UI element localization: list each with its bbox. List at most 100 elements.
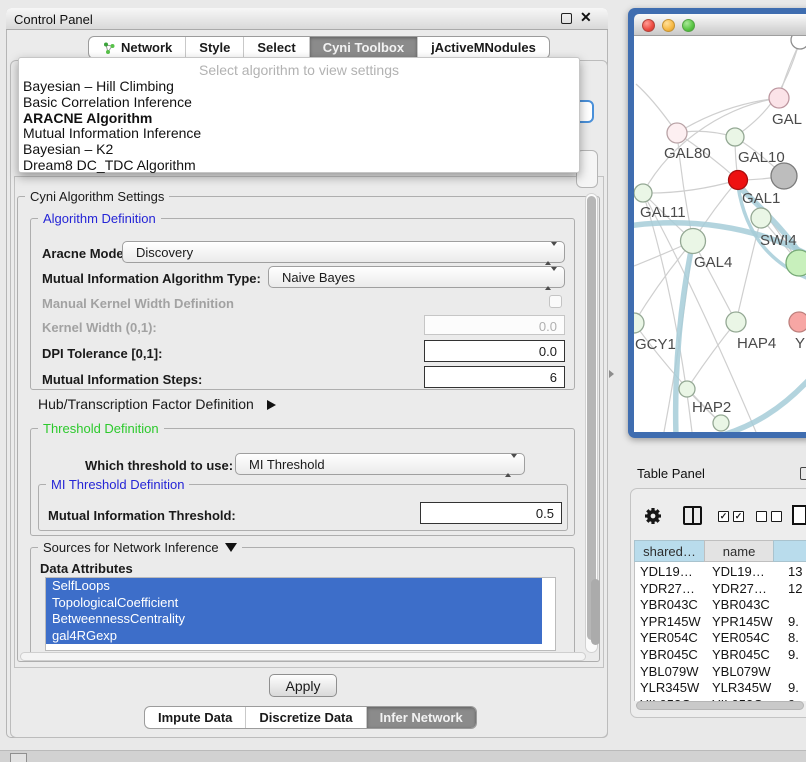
settings-horizontal-scrollbar[interactable] xyxy=(20,652,586,661)
split-columns-icon[interactable] xyxy=(683,506,702,525)
network-node[interactable] xyxy=(634,184,652,202)
close-icon[interactable]: ✕ xyxy=(580,9,592,26)
algorithm-option[interactable]: Mutual Information Inference xyxy=(19,126,579,142)
data-attribute-item[interactable]: BetweennessCentrality xyxy=(46,611,542,628)
mi-algorithm-type-select[interactable]: Naive Bayes xyxy=(268,266,565,288)
table-row[interactable]: YPR145WYPR145W9. xyxy=(634,613,806,630)
tab-jactivemnodules[interactable]: jActiveMNodules xyxy=(418,37,549,58)
table-column-header[interactable]: name xyxy=(704,540,773,562)
float-window-icon[interactable] xyxy=(561,13,572,24)
settings-scrollbar-thumb[interactable] xyxy=(587,196,596,640)
tab-discretize-data[interactable]: Discretize Data xyxy=(246,707,366,728)
mi-steps-field[interactable]: 6 xyxy=(424,366,565,388)
gear-icon[interactable] xyxy=(643,506,663,531)
network-node[interactable] xyxy=(726,128,744,146)
network-node[interactable] xyxy=(667,123,687,143)
network-node-label: GAL1 xyxy=(742,190,780,207)
table-cell: YBR045C xyxy=(640,647,698,662)
algorithm-option[interactable]: Dream8 DC_TDC Algorithm xyxy=(19,158,579,174)
network-node[interactable] xyxy=(791,36,806,49)
minimize-traffic-light-icon[interactable] xyxy=(662,19,675,32)
table-cell: 8. xyxy=(788,630,799,645)
algorithm-option[interactable]: Basic Correlation Inference xyxy=(19,95,579,111)
which-threshold-select[interactable]: MI Threshold xyxy=(235,453,525,475)
mi-threshold-field[interactable]: 0.5 xyxy=(420,502,562,524)
aracne-mode-select[interactable]: Discovery xyxy=(122,241,565,263)
control-panel-titlebar[interactable] xyxy=(6,8,608,30)
network-node[interactable] xyxy=(634,313,644,333)
network-node[interactable] xyxy=(679,381,695,397)
tab-impute-data[interactable]: Impute Data xyxy=(145,707,246,728)
table-row[interactable]: YBL079WYBL079W xyxy=(634,663,806,680)
manual-kernel-checkbox[interactable] xyxy=(549,295,562,308)
algorithm-definition-title: Algorithm Definition xyxy=(38,211,161,226)
table-cell: 12 xyxy=(788,581,802,596)
network-node[interactable] xyxy=(786,250,806,276)
table-row[interactable]: YBR043CYBR043C xyxy=(634,596,806,613)
network-node[interactable] xyxy=(681,229,706,254)
tab-infer-network[interactable]: Infer Network xyxy=(367,707,476,728)
split-pane-handle[interactable] xyxy=(609,370,614,378)
data-attribute-item[interactable]: gal4RGexp xyxy=(46,628,542,645)
kernel-width-field[interactable]: 0.0 xyxy=(424,315,565,335)
table-row[interactable]: YDL19…YDL19…13 xyxy=(634,563,806,580)
tab-network[interactable]: Network xyxy=(89,37,186,58)
table-cell: YDL19… xyxy=(640,564,693,579)
corner-grip-icon[interactable] xyxy=(10,753,27,762)
network-node[interactable] xyxy=(789,312,806,332)
network-node[interactable] xyxy=(751,208,771,228)
sources-title[interactable]: Sources for Network Inference xyxy=(38,540,242,555)
table-column-header[interactable] xyxy=(773,540,806,562)
select-all-checkbox-icon[interactable]: ✓ xyxy=(718,511,729,522)
tab-cyni-toolbox[interactable]: Cyni Toolbox xyxy=(310,37,418,58)
tab-select[interactable]: Select xyxy=(244,37,309,58)
document-icon[interactable] xyxy=(792,505,806,525)
table-panel-float-icon[interactable] xyxy=(800,467,806,480)
tab-label: Impute Data xyxy=(158,710,232,725)
algorithm-popup-list: Bayesian – Hill ClimbingBasic Correlatio… xyxy=(19,79,579,174)
dpi-tolerance-field[interactable]: 0.0 xyxy=(424,340,565,362)
table-cell: 9. xyxy=(788,647,799,662)
select-all-checkbox-icon[interactable]: ✓ xyxy=(733,511,744,522)
network-node[interactable] xyxy=(729,171,748,190)
table-row[interactable]: YDR27…YDR27…12 xyxy=(634,580,806,597)
close-traffic-light-icon[interactable] xyxy=(642,19,655,32)
data-attribute-item[interactable]: SelfLoops xyxy=(46,578,542,595)
algorithm-option[interactable]: ARACNE Algorithm xyxy=(19,111,579,127)
network-node[interactable] xyxy=(769,88,789,108)
algorithm-option[interactable]: Bayesian – Hill Climbing xyxy=(19,79,579,95)
table-horizontal-scrollbar[interactable] xyxy=(636,701,804,710)
network-node[interactable] xyxy=(713,415,729,431)
table-column-header[interactable]: shared… xyxy=(634,540,704,562)
table-cell: YBR043C xyxy=(712,597,770,612)
network-node[interactable] xyxy=(726,312,746,332)
table-cell: YDR27… xyxy=(712,581,767,596)
algorithm-popup-placeholder: Select algorithm to view settings xyxy=(19,58,579,79)
table-cell: YBL079W xyxy=(640,664,699,679)
control-panel-tabbar: NetworkStyleSelectCyni ToolboxjActiveMNo… xyxy=(88,36,550,59)
table-row[interactable]: YER054CYER054C8. xyxy=(634,629,806,646)
stepper-arrows-icon xyxy=(545,271,557,286)
apply-button[interactable]: Apply xyxy=(269,674,337,697)
zoom-traffic-light-icon[interactable] xyxy=(682,19,695,32)
table-row[interactable]: YBR045CYBR045C9. xyxy=(634,646,806,663)
network-node-label: GAL11 xyxy=(640,204,686,221)
clear-selection-checkbox-icon[interactable] xyxy=(771,511,782,522)
hub-section-expander[interactable]: Hub/Transcription Factor Definition xyxy=(38,396,276,412)
network-node[interactable] xyxy=(771,163,797,189)
clear-selection-checkbox-icon[interactable] xyxy=(756,511,767,522)
network-node-label: HAP4 xyxy=(737,335,776,352)
attributes-scrollbar-thumb[interactable] xyxy=(591,579,600,645)
table-cell: YLR345W xyxy=(712,680,771,695)
algorithm-dropdown-popup: Select algorithm to view settings Bayesi… xyxy=(18,57,580,173)
network-canvas[interactable]: GALGAL80GAL10GAL1GAL11SWI4GAL4GCY1HAP4YH… xyxy=(634,36,806,432)
algorithm-option[interactable]: Bayesian – K2 xyxy=(19,142,579,158)
threshold-definition-title: Threshold Definition xyxy=(38,421,164,436)
data-attributes-list[interactable]: SelfLoopsTopologicalCoefficientBetweenne… xyxy=(45,577,556,651)
tab-style[interactable]: Style xyxy=(186,37,244,58)
table-row[interactable]: YLR345WYLR345W9. xyxy=(634,679,806,696)
table-cell: YER054C xyxy=(712,630,770,645)
data-attribute-item[interactable]: TopologicalCoefficient xyxy=(46,595,542,612)
stepper-arrows-icon xyxy=(545,246,557,261)
network-window-titlebar[interactable] xyxy=(634,14,806,36)
